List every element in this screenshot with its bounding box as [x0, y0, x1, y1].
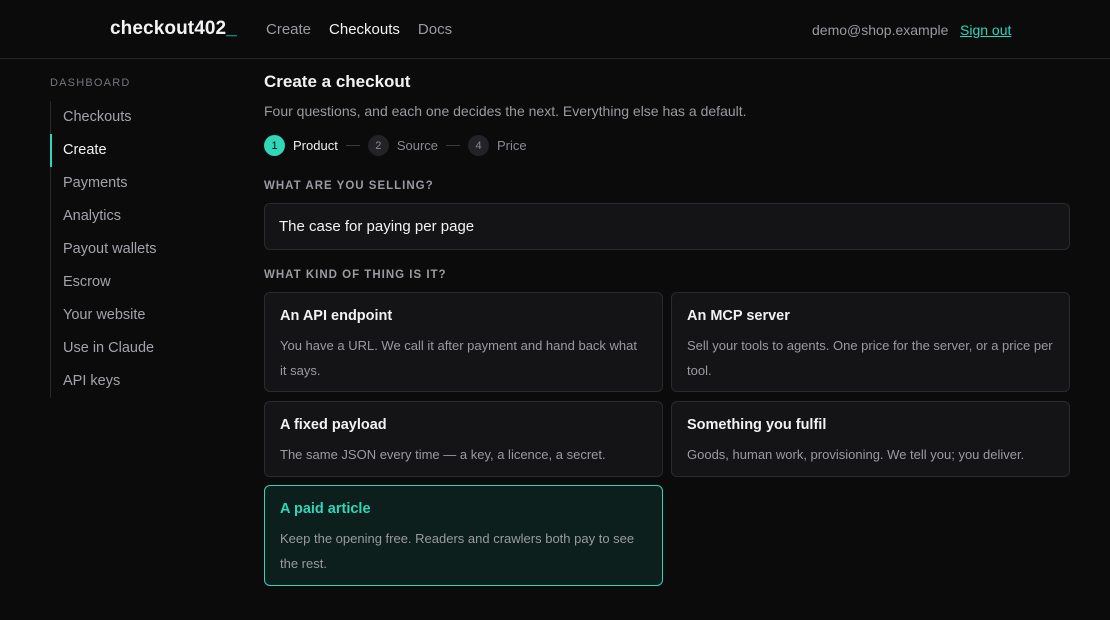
sidebar-item-payments[interactable]: Payments — [51, 167, 210, 200]
brand-name: checkout402 — [110, 18, 227, 39]
brand-cursor: _ — [226, 18, 237, 39]
step-divider — [446, 145, 461, 146]
card-title: A fixed payload — [280, 417, 387, 433]
sidebar: Checkouts Create Payments Analytics Payo… — [50, 101, 210, 398]
sidebar-item-your-website[interactable]: Your website — [51, 299, 210, 332]
top-nav: Create Checkouts Docs — [266, 21, 452, 38]
step-number: 2 — [367, 135, 389, 156]
step-price[interactable]: 4 Price — [468, 135, 527, 156]
sidebar-item-create[interactable]: Create — [50, 134, 210, 167]
step-label: Source — [396, 138, 439, 153]
brand-logo[interactable]: checkout402_ — [110, 18, 237, 40]
stepper: 1 Product 2 Source 4 Price — [264, 135, 527, 156]
step-label: Price — [497, 138, 527, 153]
product-name-input[interactable] — [264, 203, 1070, 250]
card-title: Something you fulfil — [687, 417, 827, 433]
top-bar: checkout402_ Create Checkouts Docs demo@… — [0, 0, 1110, 59]
selling-label: WHAT ARE YOU SELLING? — [264, 180, 434, 192]
sidebar-heading: DASHBOARD — [50, 77, 131, 89]
sign-out-link[interactable]: Sign out — [960, 22, 1011, 38]
card-title: An MCP server — [687, 308, 790, 324]
card-description: Keep the opening free. Readers and crawl… — [280, 531, 635, 571]
sidebar-item-use-in-claude[interactable]: Use in Claude — [51, 332, 210, 365]
card-description: You have a URL. We call it after payment… — [280, 338, 637, 378]
card-description: Sell your tools to agents. One price for… — [687, 338, 1053, 378]
card-title: An API endpoint — [280, 308, 393, 324]
step-divider — [345, 145, 360, 146]
step-label: Product — [293, 138, 338, 153]
sidebar-item-escrow[interactable]: Escrow — [51, 266, 210, 299]
step-product[interactable]: 1 Product — [264, 135, 338, 156]
topnav-docs[interactable]: Docs — [418, 21, 452, 38]
step-number: 4 — [468, 135, 490, 156]
step-number: 1 — [264, 135, 285, 156]
step-source[interactable]: 2 Source — [367, 135, 439, 156]
kind-card-paid-article[interactable]: A paid article Keep the opening free. Re… — [264, 485, 663, 586]
sidebar-item-payout-wallets[interactable]: Payout wallets — [51, 233, 210, 266]
sidebar-item-api-keys[interactable]: API keys — [51, 365, 210, 398]
topnav-checkouts[interactable]: Checkouts — [329, 21, 400, 38]
card-title: A paid article — [280, 501, 371, 517]
kind-label: WHAT KIND OF THING IS IT? — [264, 269, 447, 281]
kind-card-mcp-server[interactable]: An MCP server Sell your tools to agents.… — [671, 292, 1070, 392]
page-subtitle: Four questions, and each one decides the… — [264, 103, 747, 119]
user-email: demo@shop.example — [812, 22, 949, 38]
card-description: The same JSON every time — a key, a lice… — [280, 447, 606, 462]
card-description: Goods, human work, provisioning. We tell… — [687, 447, 1025, 462]
page-title: Create a checkout — [264, 72, 411, 91]
kind-card-something-you-fulfil[interactable]: Something you fulfil Goods, human work, … — [671, 401, 1070, 477]
sidebar-item-analytics[interactable]: Analytics — [51, 200, 210, 233]
kind-card-api-endpoint[interactable]: An API endpoint You have a URL. We call … — [264, 292, 663, 392]
sidebar-item-checkouts[interactable]: Checkouts — [51, 101, 210, 134]
kind-card-fixed-payload[interactable]: A fixed payload The same JSON every time… — [264, 401, 663, 477]
topnav-create[interactable]: Create — [266, 21, 311, 38]
